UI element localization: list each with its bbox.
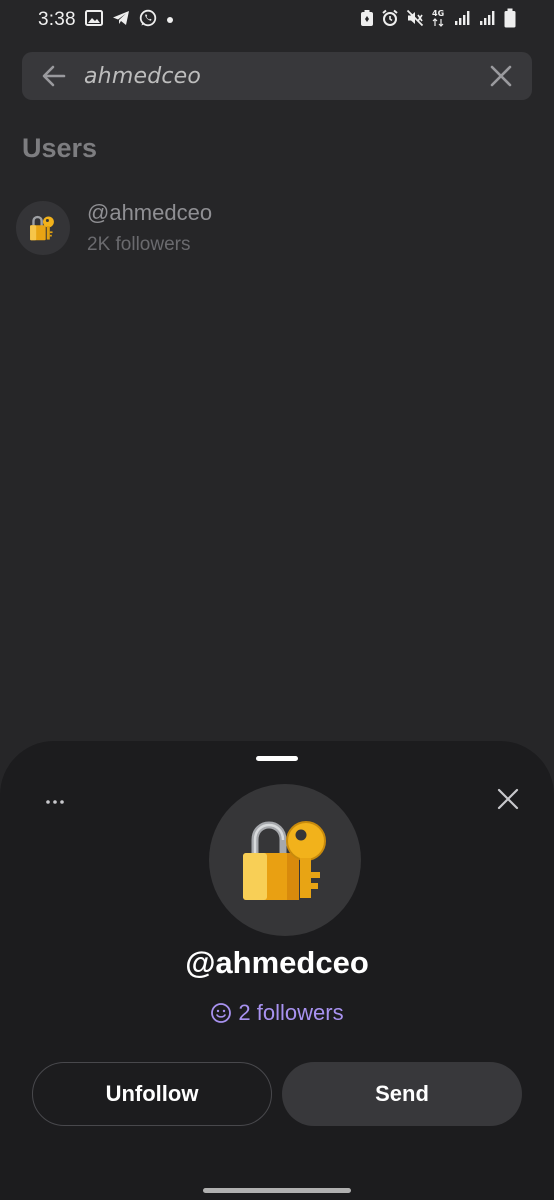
user-handle: @ahmedceo [87,200,213,225]
lock-with-key-icon [26,211,60,245]
dot-icon [166,11,174,29]
avatar [16,201,70,255]
close-icon[interactable] [494,785,522,813]
profile-followers[interactable]: 2 followers [0,1000,554,1026]
svg-text:4G: 4G [432,9,444,18]
status-right: 4G [360,8,516,33]
status-time: 3:38 [38,9,76,30]
profile-sheet: @ahmedceo 2 followers Unfollow Send [0,741,554,1200]
more-horizontal-icon[interactable] [40,787,70,817]
telegram-icon [112,10,130,31]
alarm-icon [381,9,399,32]
smiley-icon [210,1002,232,1024]
grab-handle[interactable] [256,756,298,761]
battery-icon [504,8,516,33]
whatsapp-icon [139,9,157,32]
mute-icon [406,9,424,32]
user-text: @ahmedceo 2K followers [87,200,212,256]
profile-handle: @ahmedceo [185,945,369,980]
avatar [209,784,361,936]
followers-count: 2 followers [238,1000,344,1025]
status-left: 3:38 [38,9,174,32]
network-4g-icon: 4G [431,8,447,33]
arrow-left-icon[interactable] [42,65,66,87]
send-button[interactable]: Send [282,1062,522,1126]
user-followers: 2K followers [87,234,191,255]
signal-icon [479,10,497,31]
unfollow-button[interactable]: Unfollow [32,1062,272,1126]
search-bar[interactable]: ahmedceo [22,52,532,100]
signal-icon [454,10,472,31]
battery-saver-icon [360,9,374,32]
home-indicator[interactable] [203,1188,351,1193]
image-icon [84,9,103,31]
users-section-title: Users [22,133,98,163]
lock-with-key-icon [235,810,335,910]
status-bar: 3:38 4G [0,0,554,40]
search-input[interactable]: ahmedceo [84,64,201,89]
list-item[interactable]: @ahmedceo 2K followers [16,196,536,260]
close-icon[interactable] [490,65,512,87]
